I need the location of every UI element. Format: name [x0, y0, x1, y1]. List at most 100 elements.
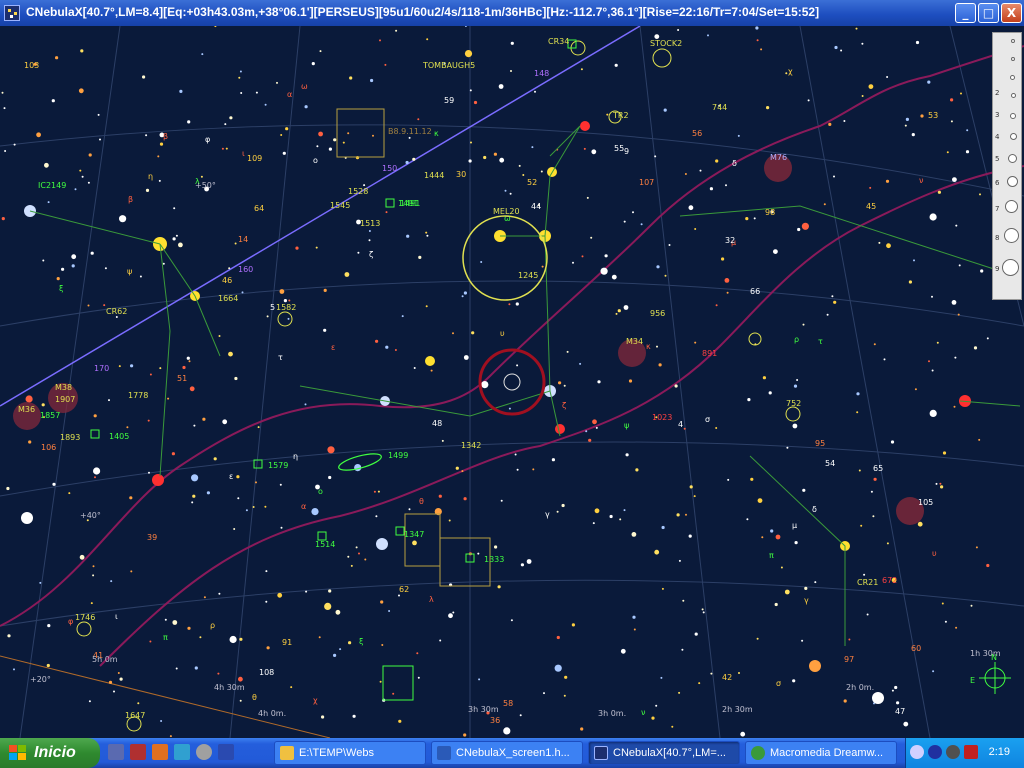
star [664, 274, 667, 277]
star [375, 339, 379, 343]
star [914, 388, 917, 391]
star [461, 470, 464, 473]
star [182, 365, 186, 370]
star [41, 403, 45, 407]
star [47, 624, 51, 628]
star [81, 175, 84, 178]
bright-star [152, 474, 164, 486]
star [425, 231, 428, 234]
star [745, 217, 749, 221]
star [699, 169, 702, 172]
greek-label: α [301, 502, 306, 511]
star [97, 113, 100, 116]
sky-chart-canvas[interactable]: N E TOMBAUGH5CR34 STOCK2MEL201245M76M34M3… [0, 26, 1024, 738]
star [908, 280, 913, 284]
cnebulax-app-icon[interactable] [4, 5, 20, 21]
star [28, 440, 32, 444]
star [119, 677, 123, 681]
star [522, 174, 525, 176]
star [295, 246, 299, 250]
star [504, 189, 507, 192]
star [594, 508, 600, 514]
windows-logo-icon [9, 745, 27, 761]
star [955, 224, 958, 227]
star [543, 692, 545, 695]
close-button[interactable]: X [1001, 3, 1022, 23]
star [656, 265, 660, 269]
ra-grid-label: 2h 0m. [846, 683, 874, 692]
star [379, 680, 382, 683]
tray-arrow-icon[interactable] [910, 745, 924, 759]
star [980, 269, 984, 273]
greek-label: ν [641, 708, 646, 717]
window-titlebar[interactable]: CNebulaX[40.7°,LM=8.4][Eq:+03h43.03m,+38… [0, 0, 1024, 26]
star [508, 407, 511, 410]
star [385, 211, 388, 214]
star [46, 663, 50, 668]
star [931, 369, 934, 372]
star [241, 291, 244, 294]
star [394, 349, 397, 351]
telescope-icon[interactable] [218, 744, 234, 760]
star [807, 99, 810, 102]
star [372, 134, 374, 137]
star [684, 173, 687, 175]
acrobat-icon[interactable] [964, 745, 978, 759]
star [942, 451, 947, 455]
app-launcher-icon[interactable] [130, 744, 146, 760]
star [412, 540, 417, 546]
show-desktop-icon[interactable] [108, 744, 124, 760]
star [986, 337, 989, 340]
star [36, 132, 41, 138]
greek-label: ξ [59, 284, 63, 293]
star [201, 53, 204, 56]
matlab-icon[interactable] [152, 744, 168, 760]
star [654, 155, 657, 158]
star [935, 482, 938, 485]
star-number-label: 45 [866, 202, 876, 211]
star [671, 725, 674, 728]
star [311, 508, 319, 516]
network-icon[interactable] [928, 745, 942, 759]
star [448, 519, 451, 522]
star [580, 68, 583, 71]
antivirus-icon[interactable] [946, 745, 960, 759]
star [579, 362, 582, 365]
minimize-button[interactable]: _ [955, 3, 976, 23]
star [780, 566, 783, 569]
star [225, 147, 228, 150]
star [654, 549, 660, 555]
media-icon[interactable] [196, 744, 212, 760]
task-cnebulax[interactable]: CNebulaX[40.7°,LM=... [588, 741, 740, 765]
star [139, 275, 142, 278]
start-button[interactable]: Inicio [0, 738, 100, 768]
ra-grid-label: 3h 0m. [598, 709, 626, 718]
star [929, 409, 937, 417]
star [768, 391, 772, 395]
greek-label: ο [318, 487, 323, 496]
task-word-document[interactable]: CNebulaX_screen1.h... [431, 741, 583, 765]
star [905, 117, 910, 121]
star [894, 685, 898, 690]
star [840, 49, 843, 52]
star [913, 259, 915, 262]
task-folder-webs[interactable]: E:\TEMP\Webs [274, 741, 426, 765]
star [52, 482, 56, 486]
mag-label: 6 [995, 179, 1000, 187]
star [595, 426, 598, 429]
star [804, 586, 808, 591]
browser-icon[interactable] [174, 744, 190, 760]
mag-label: 9 [995, 265, 1000, 273]
maximize-button[interactable]: □ [978, 3, 999, 23]
star [171, 452, 175, 456]
star [911, 133, 915, 137]
star [694, 341, 697, 344]
star [946, 151, 949, 154]
task-dreamweaver[interactable]: Macromedia Dreamw... [745, 741, 897, 765]
star-number-label: 107 [639, 178, 654, 187]
star [416, 652, 419, 655]
greek-label: ε [331, 343, 335, 352]
star [826, 313, 829, 316]
star [683, 427, 686, 430]
star [319, 50, 322, 53]
